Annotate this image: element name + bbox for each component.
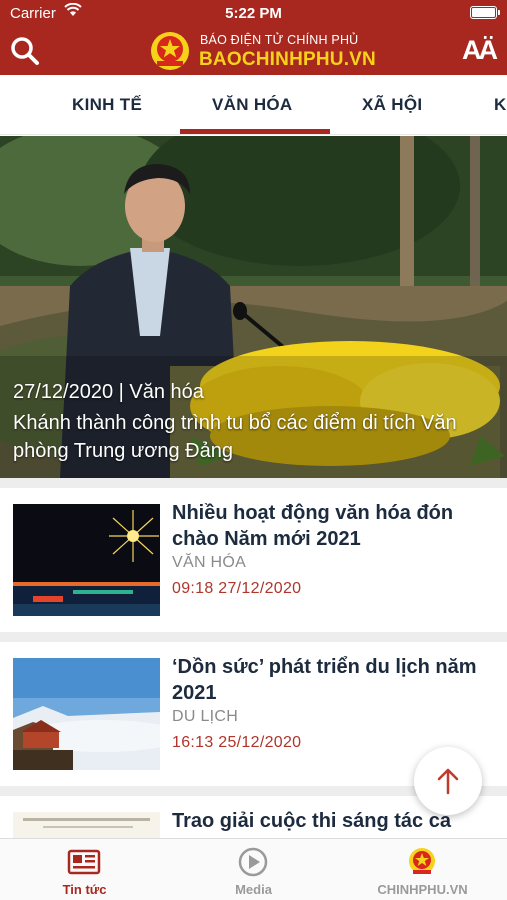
status-time: 5:22 PM <box>225 5 282 22</box>
nav-label: Media <box>235 882 272 897</box>
category-tabs: I KINH TẾ VĂN HÓA XÃ HỘI K <box>0 75 507 135</box>
nav-tin-tuc[interactable]: Tin tức <box>0 839 169 900</box>
status-bar: Carrier 5:22 PM <box>0 0 507 26</box>
article-thumbnail <box>13 812 160 838</box>
tab-xa-hoi[interactable]: XÃ HỘI <box>362 95 422 115</box>
article-thumbnail <box>13 658 160 770</box>
search-icon[interactable] <box>8 34 42 68</box>
scroll-top-button[interactable] <box>414 747 482 815</box>
article-time: 09:18 27/12/2020 <box>172 580 302 597</box>
app-header: Carrier 5:22 PM BÁO ĐIỆN TỬ CHÍNH PHỦ BA… <box>0 0 507 75</box>
article-title[interactable]: Nhiều hoạt động văn hóa đón chào Năm mới… <box>172 500 492 552</box>
article-category: DU LỊCH <box>172 708 239 725</box>
divider <box>0 478 507 488</box>
featured-article[interactable]: 27/12/2020 | Văn hóa Khánh thành công tr… <box>0 136 507 478</box>
nav-label: Tin tức <box>62 882 107 897</box>
emblem-icon <box>409 848 435 874</box>
tab-kinh-te[interactable]: KINH TẾ <box>72 95 142 115</box>
newspaper-icon <box>67 849 101 875</box>
featured-article-title[interactable]: Khánh thành công trình tu bổ các điểm di… <box>13 409 503 465</box>
article-thumbnail <box>13 504 160 616</box>
list-item[interactable]: Nhiều hoạt động văn hóa đón chào Năm mới… <box>0 488 507 632</box>
national-emblem-logo[interactable] <box>148 30 192 72</box>
logo-subtitle: BÁO ĐIỆN TỬ CHÍNH PHỦ <box>200 33 359 47</box>
arrow-up-icon <box>437 768 459 795</box>
tab-van-hoa[interactable]: VĂN HÓA <box>212 95 293 115</box>
article-time: 16:13 25/12/2020 <box>172 734 302 751</box>
nav-label: CHINHPHU.VN <box>377 882 468 897</box>
logo-title: BAOCHINHPHU.VN <box>199 49 376 70</box>
tab-previous[interactable]: I <box>0 95 1 115</box>
active-tab-indicator <box>180 129 330 134</box>
battery-icon <box>470 6 500 19</box>
bottom-tab-bar: Tin tức Media CHINHPHU.VN <box>0 838 507 900</box>
article-category: VĂN HÓA <box>172 554 247 571</box>
font-size-button[interactable]: AÄ <box>462 35 498 66</box>
nav-chinhphu[interactable]: CHINHPHU.VN <box>338 839 507 900</box>
play-circle-icon <box>238 847 268 877</box>
article-title[interactable]: ‘Dồn sức’ phát triển du lịch năm 2021 <box>172 654 492 706</box>
featured-article-meta: 27/12/2020 | Văn hóa <box>13 381 204 403</box>
tab-next[interactable]: K <box>494 95 507 115</box>
nav-media[interactable]: Media <box>169 839 338 900</box>
divider <box>0 632 507 642</box>
